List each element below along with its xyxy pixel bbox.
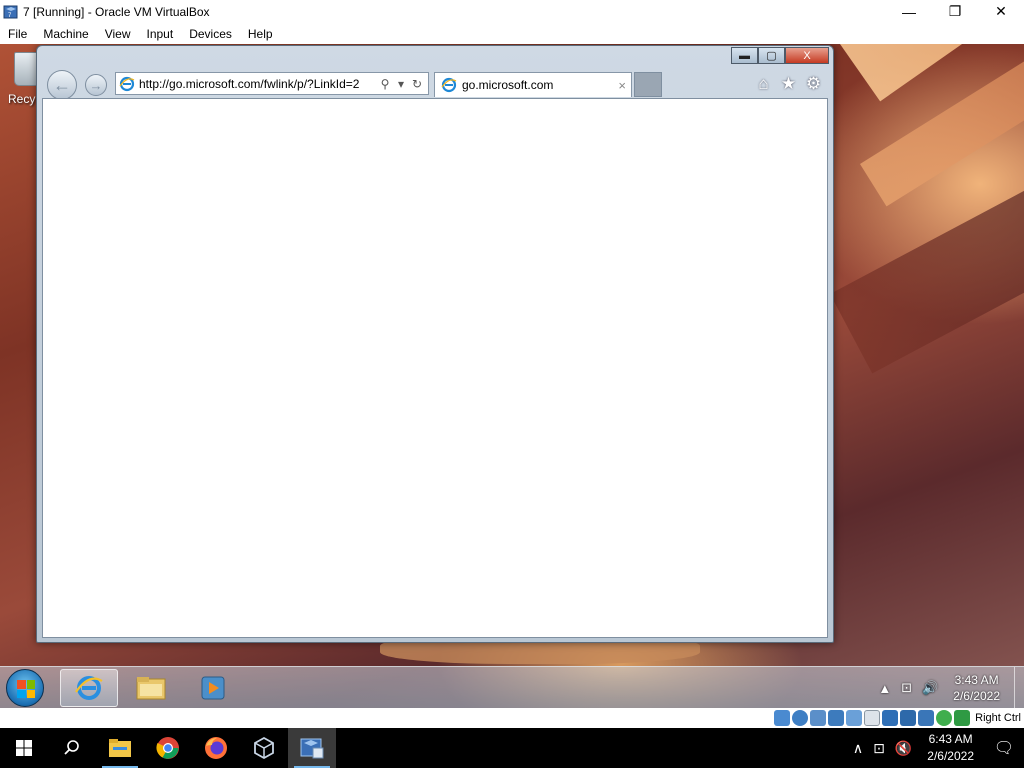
back-button[interactable]: ← xyxy=(47,70,77,100)
search-icon xyxy=(64,740,79,755)
ie-minimize-button[interactable]: ▬ xyxy=(731,47,758,64)
optical-drive-icon[interactable] xyxy=(792,710,809,726)
media-player-icon xyxy=(201,676,225,700)
vm-network-icon[interactable]: ⊡ xyxy=(901,680,912,696)
ie-page-icon xyxy=(119,76,135,91)
home-icon[interactable]: ⌂ xyxy=(754,74,773,93)
host-tray-expand-icon[interactable]: ∧ xyxy=(853,740,863,757)
window-title: 7 [Running] - Oracle VM VirtualBox xyxy=(23,4,210,19)
vm-clock-date: 2/6/2022 xyxy=(953,689,1000,703)
host-vm-window-button[interactable] xyxy=(288,728,336,768)
minimize-button[interactable]: — xyxy=(886,0,932,23)
maximize-button[interactable]: ❐ xyxy=(932,0,978,23)
host-start-button[interactable] xyxy=(0,728,48,768)
vm-clock[interactable]: 3:43 AM 2/6/2022 xyxy=(953,672,1000,704)
shared-folders-icon[interactable] xyxy=(864,710,881,726)
menu-machine[interactable]: Machine xyxy=(35,27,96,41)
mouse-integration-icon[interactable] xyxy=(936,710,953,726)
notification-center-icon[interactable]: 🗨 xyxy=(984,728,1024,768)
back-arrow-icon: ← xyxy=(53,74,71,95)
chrome-icon xyxy=(156,737,179,759)
host-key-label: Right Ctrl xyxy=(975,712,1021,724)
file-explorer-icon xyxy=(109,739,131,757)
host-clock[interactable]: 6:43 AM 2/6/2022 xyxy=(927,731,974,765)
menu-devices[interactable]: Devices xyxy=(181,27,240,41)
menu-help[interactable]: Help xyxy=(240,27,281,41)
host-virtualbox-button[interactable] xyxy=(240,728,288,768)
vm-display[interactable]: Recy ▬ ▢ X ← → ⚲ ▾ ↻ xyxy=(0,44,1024,708)
tab-close-icon[interactable]: × xyxy=(618,78,626,93)
forward-arrow-icon: → xyxy=(89,77,103,93)
page-content[interactable] xyxy=(42,98,828,638)
windows-start-icon xyxy=(16,740,32,756)
host-network-icon[interactable]: ⊡ xyxy=(873,740,885,757)
ie-window: ▬ ▢ X ← → ⚲ ▾ ↻ go.m xyxy=(36,45,834,643)
menu-input[interactable]: Input xyxy=(139,27,182,41)
network-adapter-icon[interactable] xyxy=(828,710,845,726)
forward-button[interactable]: → xyxy=(85,74,107,96)
tab-go-microsoft[interactable]: go.microsoft.com × xyxy=(434,72,632,97)
host-title-bar: 7 7 [Running] - Oracle VM VirtualBox — ❐… xyxy=(0,0,1024,23)
host-clock-time: 6:43 AM xyxy=(928,732,973,746)
virtualbox-cube-icon xyxy=(254,736,274,760)
windows-logo-icon xyxy=(17,680,35,698)
menu-bar: File Machine View Input Devices Help xyxy=(0,23,1024,44)
video-capture-icon[interactable] xyxy=(900,710,917,726)
host-chrome-button[interactable] xyxy=(144,728,192,768)
host-search-button[interactable] xyxy=(48,728,96,768)
address-bar[interactable]: ⚲ ▾ ↻ xyxy=(115,72,429,95)
virtualization-icon[interactable] xyxy=(918,710,935,726)
vm-window-icon xyxy=(300,738,324,759)
vm-show-desktop-button[interactable] xyxy=(1014,667,1024,708)
refresh-icon[interactable]: ↻ xyxy=(409,77,425,91)
new-tab-button[interactable] xyxy=(634,72,662,97)
tools-gear-icon[interactable]: ⚙ xyxy=(804,74,823,93)
vm-volume-icon[interactable]: 🔊 xyxy=(922,680,938,696)
menu-file[interactable]: File xyxy=(0,27,35,41)
host-volume-muted-icon[interactable]: 🔇 xyxy=(895,740,912,757)
tab-title: go.microsoft.com xyxy=(462,78,554,92)
taskbar-explorer-button[interactable] xyxy=(122,669,180,707)
close-button[interactable]: ✕ xyxy=(978,0,1024,23)
audio-icon[interactable] xyxy=(810,710,827,726)
host-file-explorer-button[interactable] xyxy=(96,728,144,768)
search-icon[interactable]: ⚲ xyxy=(377,77,393,91)
host-taskbar: ∧ ⊡ 🔇 6:43 AM 2/6/2022 🗨 xyxy=(0,728,1024,768)
vm-taskbar: ▲ ⊡ 🔊 3:43 AM 2/6/2022 xyxy=(0,666,1024,708)
ie-close-button[interactable]: X xyxy=(785,47,829,64)
keyboard-capture-icon[interactable] xyxy=(954,710,971,726)
menu-view[interactable]: View xyxy=(97,27,139,41)
ie-tab-icon xyxy=(441,77,457,93)
favorites-star-icon[interactable]: ★ xyxy=(779,74,798,93)
ie-maximize-button[interactable]: ▢ xyxy=(758,47,785,64)
virtualbox-icon: 7 xyxy=(3,5,18,19)
taskbar-ie-button[interactable] xyxy=(60,669,118,707)
firefox-icon xyxy=(205,737,227,759)
usb-icon[interactable] xyxy=(846,710,863,726)
taskbar-media-player-button[interactable] xyxy=(184,669,242,707)
vm-start-button[interactable] xyxy=(6,669,44,707)
address-dropdown-icon[interactable]: ▾ xyxy=(393,77,409,91)
vm-tray-expand-icon[interactable]: ▲ xyxy=(878,681,891,696)
vb-status-bar: Right Ctrl xyxy=(0,708,1024,728)
host-clock-date: 2/6/2022 xyxy=(927,749,974,763)
folder-icon xyxy=(136,677,166,700)
display-icon[interactable] xyxy=(882,710,899,726)
hard-disk-icon[interactable] xyxy=(774,710,791,726)
host-firefox-button[interactable] xyxy=(192,728,240,768)
vm-clock-time: 3:43 AM xyxy=(954,673,999,687)
address-input[interactable] xyxy=(139,76,377,91)
internet-explorer-icon xyxy=(75,676,103,700)
